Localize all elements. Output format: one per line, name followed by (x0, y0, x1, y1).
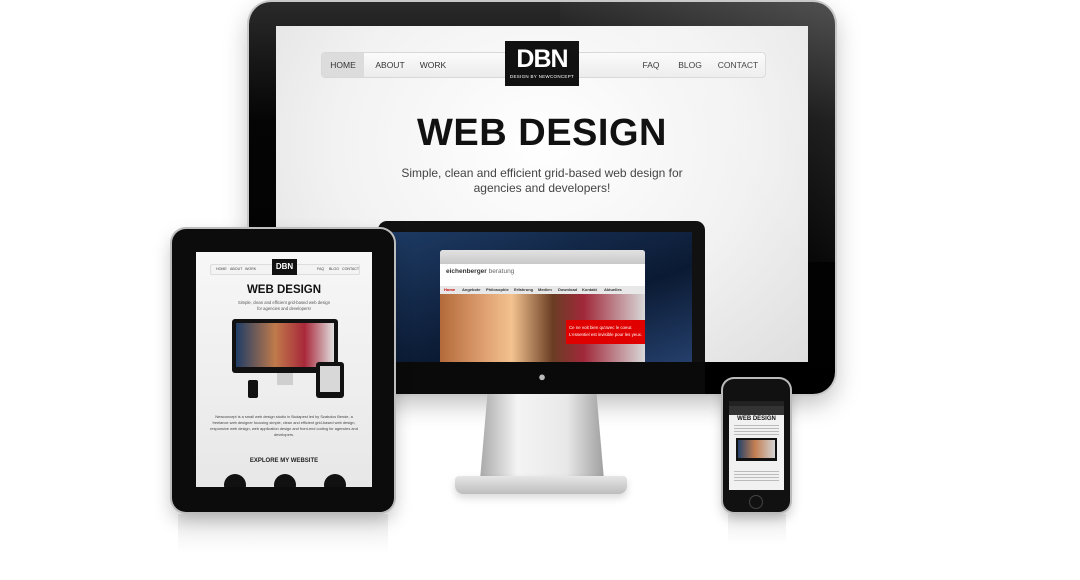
site-logo[interactable]: DBN DESIGN BY NEWCONCEPT (505, 41, 579, 86)
tablet-nav-contact[interactable]: CONTACT (342, 264, 359, 274)
menu-medien[interactable]: Medien (538, 286, 552, 294)
tablet-preview-tablet-screen (320, 366, 340, 392)
menu-kontakt[interactable]: Kontakt (582, 286, 597, 294)
tablet-nav-faq[interactable]: FAQ (317, 264, 324, 274)
menu-home[interactable]: Home (444, 286, 455, 294)
logo-tagline: DESIGN BY NEWCONCEPT (509, 74, 575, 79)
brand-right: beratung (488, 268, 515, 275)
tablet-preview-stand (277, 373, 293, 385)
phone-text-lines-2 (734, 471, 779, 483)
nav-work[interactable]: WORK (414, 53, 452, 77)
tablet-reflection (178, 514, 388, 554)
tablet-preview-phone (248, 380, 258, 398)
menu-aktuelles[interactable]: Aktuelles (604, 286, 622, 294)
phone-reflection (728, 514, 786, 544)
monitor-stand-base (455, 476, 627, 494)
phone-header (729, 406, 784, 415)
brand-left: eichenberger (446, 268, 487, 275)
monitor-stand (480, 394, 604, 480)
hero-subtitle: Simple, clean and efficient grid-based w… (401, 166, 683, 195)
nav-contact[interactable]: CONTACT (714, 53, 762, 77)
tablet-body-text: Newconcept is a small web design studio … (210, 414, 358, 437)
tablet-nav-work[interactable]: WORK (245, 264, 256, 274)
phone-text-lines (734, 425, 779, 435)
nav-about[interactable]: ABOUT (368, 53, 412, 77)
phone-home-button[interactable] (749, 495, 763, 509)
nav-blog[interactable]: BLOG (672, 53, 708, 77)
tablet-screen: HOME ABOUT WORK FAQ BLOG CONTACT DBN WEB… (196, 252, 372, 487)
tablet-logo[interactable]: DBN (272, 259, 297, 275)
menu-philosophie[interactable]: Philosophie (486, 286, 509, 294)
tablet-preview-screen (236, 323, 334, 367)
inner-monitor-screen: eichenberger beratung Home Angebote Phil… (392, 232, 692, 362)
explore-circle-2[interactable] (274, 474, 296, 487)
tablet-nav-about[interactable]: ABOUT (230, 264, 242, 274)
nav-faq[interactable]: FAQ (636, 53, 666, 77)
phone-preview-screen (738, 440, 775, 458)
nav-home[interactable]: HOME (322, 53, 364, 77)
site-brand[interactable]: eichenberger beratung (446, 268, 514, 275)
menu-angebote[interactable]: Angebote (462, 286, 480, 294)
menu-download[interactable]: Download (558, 286, 577, 294)
hero-title: WEB DESIGN (417, 112, 667, 154)
tablet-title: WEB DESIGN (246, 284, 322, 296)
tablet-nav-blog[interactable]: BLOG (329, 264, 339, 274)
logo-text: DBN (516, 45, 568, 73)
quote-box: Ce ne voit bien qu'avec le coeur. L'esse… (566, 320, 645, 344)
browser-window: eichenberger beratung Home Angebote Phil… (440, 250, 645, 362)
explore-heading[interactable]: EXPLORE MY WEBSITE (196, 458, 372, 464)
phone-title: WEB DESIGN (737, 416, 776, 422)
menu-erfahrung[interactable]: Erfahrung (514, 286, 533, 294)
phone-screen: WEB DESIGN (729, 401, 784, 490)
browser-toolbar (440, 250, 645, 264)
apple-logo-icon: ● (538, 369, 546, 384)
explore-circle-1[interactable] (224, 474, 246, 487)
tablet-nav-home[interactable]: HOME (216, 264, 227, 274)
explore-circle-3[interactable] (324, 474, 346, 487)
tablet-subtitle: Simple, clean and efficient grid-based w… (237, 300, 331, 311)
